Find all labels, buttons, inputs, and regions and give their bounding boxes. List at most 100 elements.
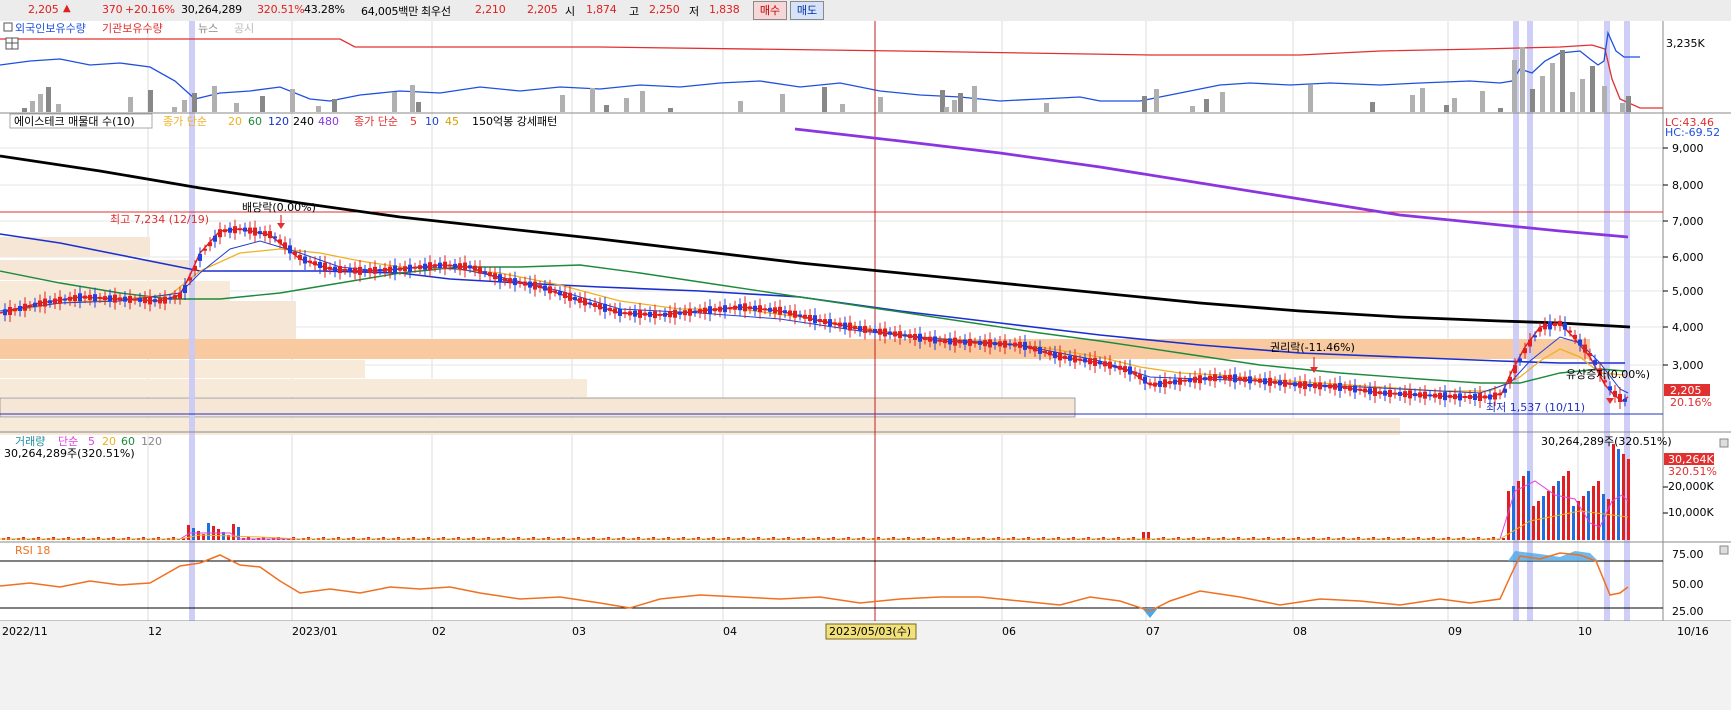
candle-body xyxy=(978,340,982,345)
news-bar xyxy=(1452,98,1457,112)
candle-body xyxy=(1378,391,1382,395)
news-bar xyxy=(128,97,133,112)
news-bar xyxy=(316,106,321,112)
svg-text:25.00: 25.00 xyxy=(1672,605,1704,618)
news-bar xyxy=(182,100,187,112)
volume-bar xyxy=(1597,481,1600,540)
candle-body xyxy=(528,281,532,288)
candle-body xyxy=(1623,398,1627,402)
trade-value: 64,005백만 xyxy=(361,5,419,18)
candle-body xyxy=(68,296,72,301)
svg-text:50.00: 50.00 xyxy=(1672,578,1704,591)
candle-body xyxy=(148,296,152,305)
candle-body xyxy=(463,262,467,271)
candle-body xyxy=(113,294,117,303)
sell-button[interactable]: 매도 xyxy=(790,1,824,20)
svg-text:480: 480 xyxy=(318,115,339,128)
candle-body xyxy=(473,265,477,271)
candle-body xyxy=(48,300,52,304)
candle-body xyxy=(613,308,617,314)
candle-body xyxy=(763,308,767,311)
candle-body xyxy=(1288,382,1292,385)
candle-body xyxy=(13,308,17,312)
candle-body xyxy=(53,298,57,304)
candle-body xyxy=(238,228,242,231)
news-bar xyxy=(1420,88,1425,112)
candle-body xyxy=(363,269,367,273)
candle-body xyxy=(958,340,962,344)
candle-body xyxy=(1293,382,1297,387)
candle-body xyxy=(933,336,937,344)
candle-body xyxy=(58,296,62,304)
candle-body xyxy=(823,319,827,325)
candle-body xyxy=(398,267,402,271)
price-change: 370 xyxy=(102,3,123,16)
candle-body xyxy=(1088,358,1092,365)
rsi-legend[interactable]: RSI 18 xyxy=(15,544,50,557)
volume-bar xyxy=(1527,471,1530,540)
candle-body xyxy=(1108,361,1112,369)
news-bar xyxy=(1570,92,1575,112)
candle-body xyxy=(78,293,82,302)
candle-body xyxy=(1138,374,1142,380)
candle-body xyxy=(1278,380,1282,386)
svg-text:30,264,289주(320.51%): 30,264,289주(320.51%) xyxy=(4,447,135,460)
candle-body xyxy=(1158,380,1162,387)
candle-body xyxy=(658,313,662,316)
candle-body xyxy=(268,231,272,239)
volume-bar xyxy=(192,528,195,540)
candle-body xyxy=(1348,385,1352,391)
candle-body xyxy=(1198,375,1202,384)
candle-body xyxy=(1383,390,1387,396)
candle-body xyxy=(1483,395,1487,399)
volume-bar xyxy=(1547,491,1550,540)
candle-body xyxy=(133,298,137,301)
x-label: 10/16 xyxy=(1677,625,1709,638)
candle-body xyxy=(438,262,442,268)
candle-body xyxy=(1468,395,1472,399)
candle-body xyxy=(1613,390,1617,397)
candle-body xyxy=(128,295,132,303)
candle-body xyxy=(158,298,162,304)
candle-body xyxy=(1178,377,1182,385)
turnover-rate: 43.28% xyxy=(304,3,345,16)
stock-chart[interactable]: 3,235K 최고 7,234 (12/19) 배당락(0.00%) 권리락(-… xyxy=(0,21,1731,710)
candle-body xyxy=(258,231,262,235)
news-bar xyxy=(392,92,397,112)
candle-body xyxy=(458,263,462,270)
candle-body xyxy=(853,326,857,330)
candle-body xyxy=(1208,375,1212,381)
candle-body xyxy=(1128,366,1132,375)
buy-button[interactable]: 매수 xyxy=(753,1,787,20)
candle-body xyxy=(1473,394,1477,400)
candle-body xyxy=(698,309,702,314)
candle-body xyxy=(558,291,562,296)
price-tick: 6,000 xyxy=(1672,251,1704,264)
candle-body xyxy=(1493,392,1497,400)
candle-body xyxy=(673,309,677,318)
candle-body xyxy=(448,264,452,267)
candle-body xyxy=(1413,393,1417,397)
candle-body xyxy=(1303,381,1307,390)
candle-body xyxy=(1118,365,1122,370)
news-bar xyxy=(410,85,415,112)
news-bar xyxy=(944,107,949,112)
candle-body xyxy=(408,264,412,272)
candle-body xyxy=(708,306,712,315)
news-bar xyxy=(212,86,217,112)
candle-body xyxy=(1063,355,1067,359)
candle-body xyxy=(1103,361,1107,367)
candle-body xyxy=(1123,366,1127,373)
candle-body xyxy=(1408,390,1412,399)
price-tick: 7,000 xyxy=(1672,215,1704,228)
candle-body xyxy=(928,336,932,342)
candle-body xyxy=(1168,381,1172,385)
news-bar xyxy=(1190,106,1195,112)
candle-body xyxy=(1398,391,1402,396)
volume-bar xyxy=(1627,459,1630,540)
candle-body xyxy=(1588,353,1592,357)
candle-body xyxy=(608,307,612,311)
x-label: 10 xyxy=(1578,625,1592,638)
candle-body xyxy=(808,315,812,321)
price-legend[interactable]: 에이스테크 매물대 수(10) 종가 단순 20 60 120 240 480 … xyxy=(9,113,557,129)
